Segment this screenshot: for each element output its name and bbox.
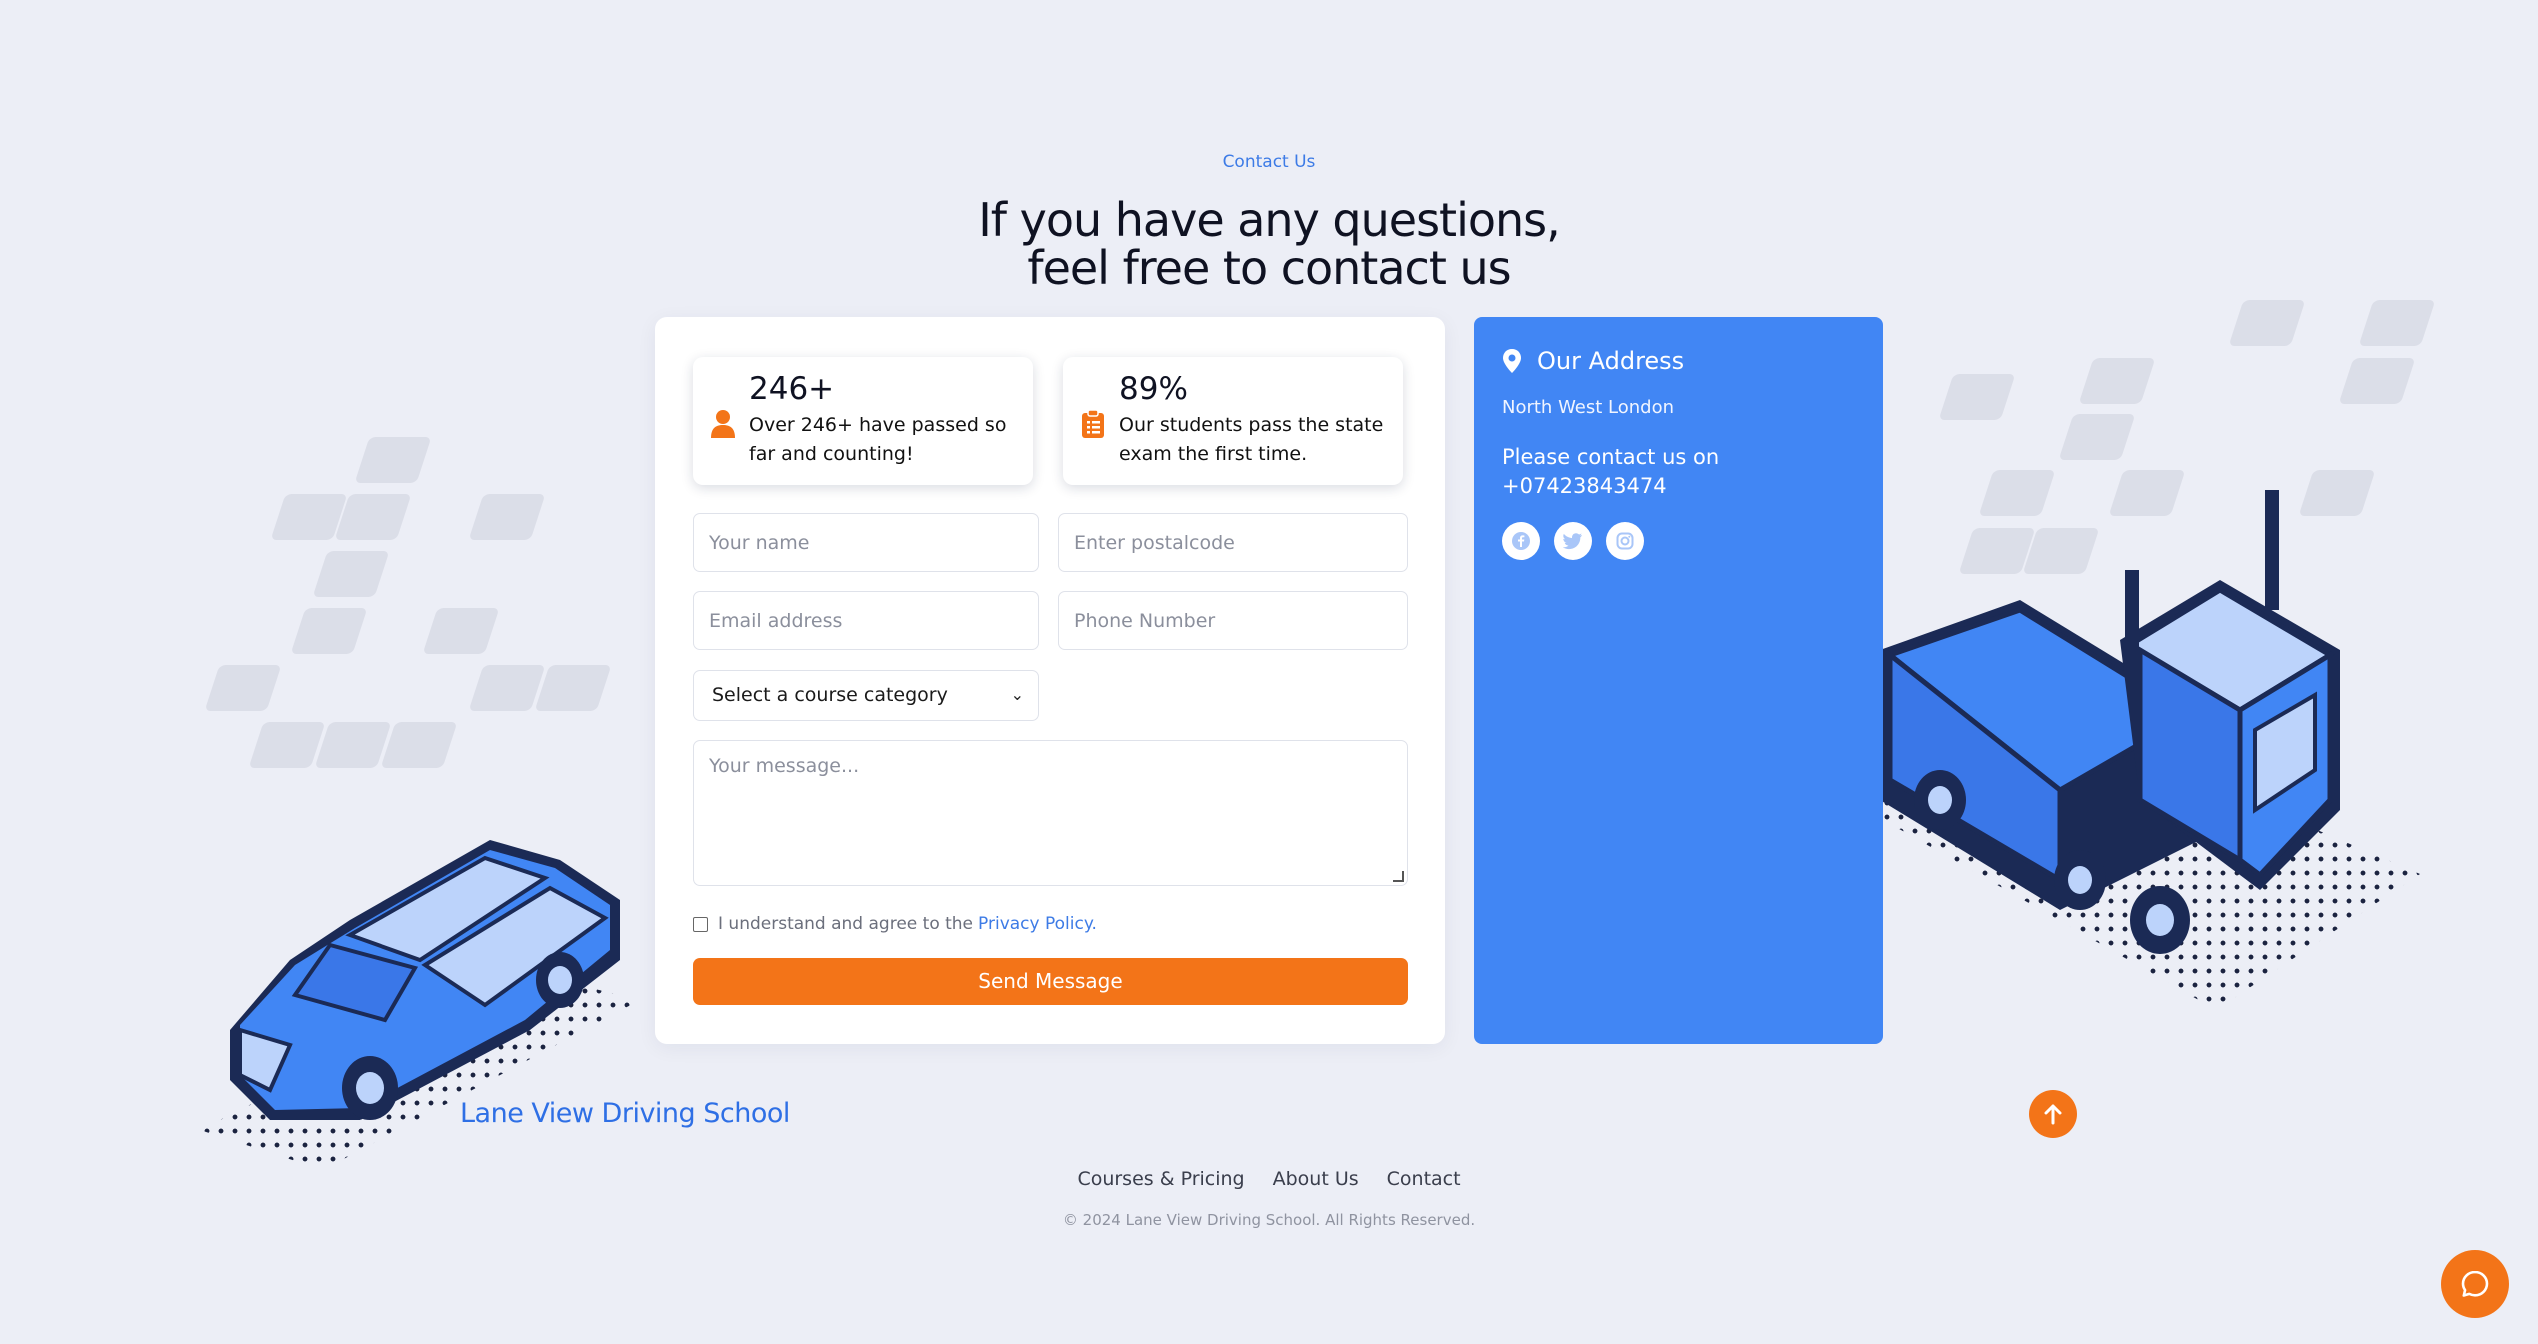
location-pin-icon bbox=[1503, 349, 1521, 373]
email-input[interactable] bbox=[693, 591, 1039, 650]
section-eyebrow: Contact Us bbox=[1222, 152, 1316, 172]
address-card: Our Address North West London Please con… bbox=[1474, 317, 1883, 1044]
clipboard-icon bbox=[1082, 409, 1104, 438]
arrow-up-icon bbox=[2044, 1104, 2062, 1125]
stat-text: Our students pass the state exam the fir… bbox=[1119, 414, 1384, 465]
message-textarea[interactable]: Your message... bbox=[693, 740, 1408, 886]
phone-input[interactable] bbox=[1058, 591, 1408, 650]
scroll-to-top-button[interactable] bbox=[2029, 1090, 2077, 1138]
footer-nav: Courses & Pricing About Us Contact bbox=[0, 1168, 2538, 1190]
chevron-down-icon: ⌄ bbox=[1010, 685, 1024, 704]
message-placeholder: Your message... bbox=[709, 755, 860, 777]
send-message-button[interactable]: Send Message bbox=[693, 958, 1408, 1005]
copyright: © 2024 Lane View Driving School. All Rig… bbox=[1062, 1211, 1476, 1229]
person-icon bbox=[711, 410, 735, 438]
privacy-agreement: I understand and agree to the Privacy Po… bbox=[693, 914, 1097, 934]
stat-number: 89% bbox=[1119, 371, 1188, 407]
course-category-value: Select a course category bbox=[712, 684, 948, 706]
postcode-input[interactable] bbox=[1058, 513, 1408, 572]
agree-text: I understand and agree to the bbox=[718, 914, 974, 934]
footer-link-courses[interactable]: Courses & Pricing bbox=[1077, 1168, 1244, 1190]
page-title-line2: feel free to contact us bbox=[1027, 241, 1511, 295]
address-location: North West London bbox=[1502, 397, 1675, 418]
twitter-icon[interactable] bbox=[1554, 522, 1592, 560]
stat-card-pass-rate: 89% Our students pass the state exam the… bbox=[1063, 357, 1403, 485]
chat-icon bbox=[2461, 1270, 2489, 1297]
agree-checkbox[interactable] bbox=[693, 916, 708, 932]
stat-card-passed: 246+ Over 246+ have passed so far and co… bbox=[693, 357, 1033, 485]
privacy-policy-link[interactable]: Privacy Policy. bbox=[978, 914, 1097, 934]
chat-button[interactable] bbox=[2441, 1250, 2509, 1318]
contact-form-card: 246+ Over 246+ have passed so far and co… bbox=[655, 317, 1445, 1044]
resize-handle[interactable] bbox=[1393, 871, 1404, 882]
stat-number: 246+ bbox=[749, 371, 835, 407]
footer-link-contact[interactable]: Contact bbox=[1387, 1168, 1461, 1190]
footer-link-about[interactable]: About Us bbox=[1273, 1168, 1359, 1190]
course-category-select[interactable]: Select a course category ⌄ bbox=[693, 670, 1039, 721]
address-contact: Please contact us on +07423843474 bbox=[1502, 445, 1720, 498]
page-title: If you have any questions, feel free to … bbox=[0, 196, 2538, 292]
stat-text: Over 246+ have passed so far and countin… bbox=[749, 414, 1007, 465]
facebook-icon[interactable] bbox=[1502, 522, 1540, 560]
page-title-line1: If you have any questions, bbox=[978, 193, 1561, 247]
name-input[interactable] bbox=[693, 513, 1039, 572]
address-title: Our Address bbox=[1537, 347, 1685, 375]
instagram-icon[interactable] bbox=[1606, 522, 1644, 560]
footer-brand[interactable]: Lane View Driving School bbox=[460, 1098, 790, 1129]
